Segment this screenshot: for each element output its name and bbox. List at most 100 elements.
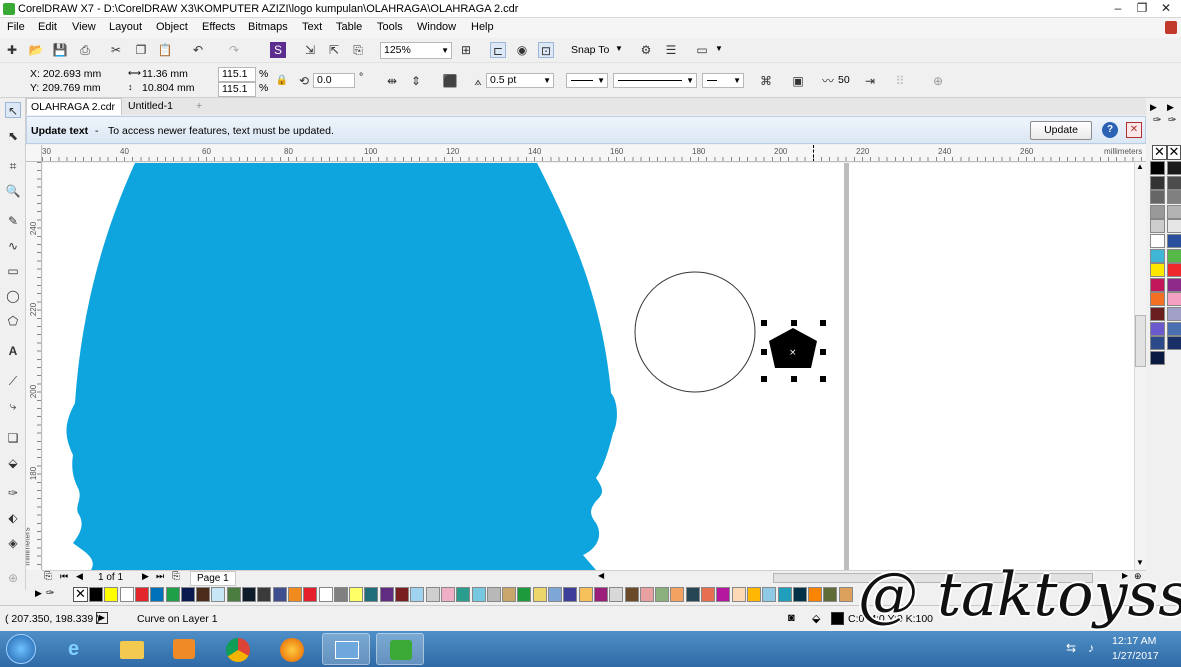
color-swatch[interactable]: [211, 587, 226, 602]
menu-edit[interactable]: Edit: [38, 21, 57, 33]
sides-icon[interactable]: 〰: [820, 73, 836, 89]
vertical-ruler[interactable]: 240 220 200 180 millimeters: [26, 162, 42, 570]
color-swatch[interactable]: [134, 587, 149, 602]
color-swatch[interactable]: [272, 587, 287, 602]
color-swatch[interactable]: [180, 587, 195, 602]
menu-tools[interactable]: Tools: [377, 21, 403, 33]
copy-icon[interactable]: ❐: [133, 42, 149, 58]
color-swatch[interactable]: [1167, 321, 1181, 336]
color-swatch[interactable]: [1167, 204, 1181, 219]
color-swatch[interactable]: [624, 587, 639, 602]
shape-tool-icon[interactable]: ⬉: [5, 128, 21, 144]
palette-arrow-icon[interactable]: ▶: [1150, 102, 1157, 113]
color-swatch[interactable]: [196, 587, 211, 602]
color-swatch[interactable]: [593, 587, 608, 602]
tab-untitled[interactable]: Untitled-1: [124, 98, 190, 115]
color-swatch[interactable]: [578, 587, 593, 602]
color-swatch[interactable]: [731, 587, 746, 602]
add-icon[interactable]: ⊕: [930, 73, 946, 89]
first-page-icon[interactable]: ⏮: [60, 571, 68, 582]
color-swatch[interactable]: [1150, 234, 1165, 248]
smart-drawing-icon[interactable]: ∿: [5, 238, 21, 254]
outline-icon[interactable]: ◙: [788, 612, 795, 624]
color-swatch[interactable]: [1150, 350, 1165, 365]
outlined-circle[interactable]: [634, 271, 756, 393]
color-swatch[interactable]: [226, 587, 241, 602]
color-swatch[interactable]: [410, 587, 425, 602]
color-swatch[interactable]: [701, 587, 715, 602]
color-swatch[interactable]: [1167, 234, 1181, 248]
previous-page-icon[interactable]: ◀: [76, 571, 83, 582]
color-swatch[interactable]: [318, 587, 333, 602]
minimize-button[interactable]: –: [1107, 1, 1129, 16]
add-tool-icon[interactable]: ⊕: [5, 570, 21, 586]
mirror-horizontal-icon[interactable]: ⇹: [384, 73, 400, 89]
wrap-text-icon[interactable]: ⌘: [758, 73, 774, 89]
color-swatch[interactable]: [1150, 336, 1165, 351]
open-icon[interactable]: 📂: [28, 42, 44, 58]
outline-pen-icon[interactable]: ⟑: [470, 73, 486, 89]
show-guidelines-icon[interactable]: ⊡: [538, 42, 554, 58]
no-color-swatch[interactable]: ✕: [73, 587, 88, 602]
stepper-icon[interactable]: ⇥: [862, 73, 878, 89]
menu-layout[interactable]: Layout: [109, 21, 142, 33]
color-swatch[interactable]: [287, 587, 302, 602]
freehand-tool-icon[interactable]: ✎: [5, 213, 21, 229]
menu-file[interactable]: File: [7, 21, 25, 33]
snap-to-dropdown[interactable]: Snap To: [571, 44, 609, 56]
connector-tool-icon[interactable]: ⤷: [5, 398, 21, 414]
help-icon[interactable]: ?: [1102, 122, 1118, 138]
drawing-canvas[interactable]: ×: [43, 163, 1134, 570]
lock-ratio-icon[interactable]: 🔒: [274, 73, 290, 89]
chrome-icon[interactable]: [214, 633, 262, 665]
maximize-button[interactable]: ❐: [1131, 1, 1153, 16]
photo-viewer-icon[interactable]: [322, 633, 370, 665]
color-swatch[interactable]: [1167, 336, 1181, 351]
position-x[interactable]: X: 202.693 mm: [30, 68, 101, 80]
color-swatch[interactable]: [1167, 292, 1181, 307]
horizontal-ruler[interactable]: 30 40 60 80 100 120 140 160 180 200 220 …: [42, 145, 1146, 162]
coreldraw-taskbar-icon[interactable]: [376, 633, 424, 665]
options-icon[interactable]: ⚙: [638, 42, 654, 58]
print-icon[interactable]: ⎙: [77, 42, 93, 58]
outline-width-select[interactable]: 0.5 pt ▼: [486, 73, 554, 88]
color-swatch[interactable]: [165, 587, 180, 602]
color-swatch[interactable]: [716, 587, 731, 602]
scroll-thumb[interactable]: [1135, 315, 1146, 367]
start-arrowhead-select[interactable]: ▼: [566, 73, 608, 88]
save-icon[interactable]: 💾: [52, 42, 68, 58]
color-swatch[interactable]: [440, 587, 455, 602]
menu-text[interactable]: Text: [302, 21, 322, 33]
palette-scroll-icon[interactable]: ▶: [35, 588, 42, 599]
rotate-icon[interactable]: ⟲: [296, 73, 312, 89]
welcome-screen-icon[interactable]: ▭: [694, 42, 710, 58]
next-page-icon[interactable]: ▶: [142, 571, 149, 582]
convert-to-curves-icon[interactable]: ⬛: [442, 73, 458, 89]
cut-icon[interactable]: ✂: [108, 42, 124, 58]
color-swatch[interactable]: [150, 587, 165, 602]
no-fill-swatch[interactable]: ✕: [1152, 145, 1167, 160]
color-swatch[interactable]: [1150, 161, 1165, 175]
color-swatch[interactable]: [119, 587, 134, 602]
color-swatch[interactable]: [333, 587, 348, 602]
color-swatch[interactable]: [1167, 307, 1181, 321]
close-banner-icon[interactable]: ✕: [1126, 122, 1142, 138]
polygon-sides-value[interactable]: 50: [838, 74, 850, 86]
rectangle-tool-icon[interactable]: ▭: [5, 263, 21, 279]
drop-shadow-icon[interactable]: ❑: [5, 430, 21, 446]
rotation-angle-field[interactable]: 0.0: [313, 73, 355, 88]
color-swatch[interactable]: [1167, 219, 1181, 234]
color-swatch[interactable]: [1167, 161, 1181, 175]
color-swatch[interactable]: [257, 587, 272, 602]
color-swatch[interactable]: [609, 587, 624, 602]
transparency-icon[interactable]: ⬙: [5, 455, 21, 471]
color-swatch[interactable]: [1167, 190, 1181, 205]
line-style-select[interactable]: ▼: [613, 73, 697, 88]
redo-icon[interactable]: ↷: [226, 42, 242, 58]
color-swatch[interactable]: [104, 587, 119, 602]
import-icon[interactable]: ⇲: [302, 42, 318, 58]
eyedropper-icon[interactable]: ✑: [46, 588, 54, 599]
color-swatch[interactable]: [349, 587, 364, 602]
export-icon[interactable]: ⇱: [326, 42, 342, 58]
menu-table[interactable]: Table: [336, 21, 362, 33]
